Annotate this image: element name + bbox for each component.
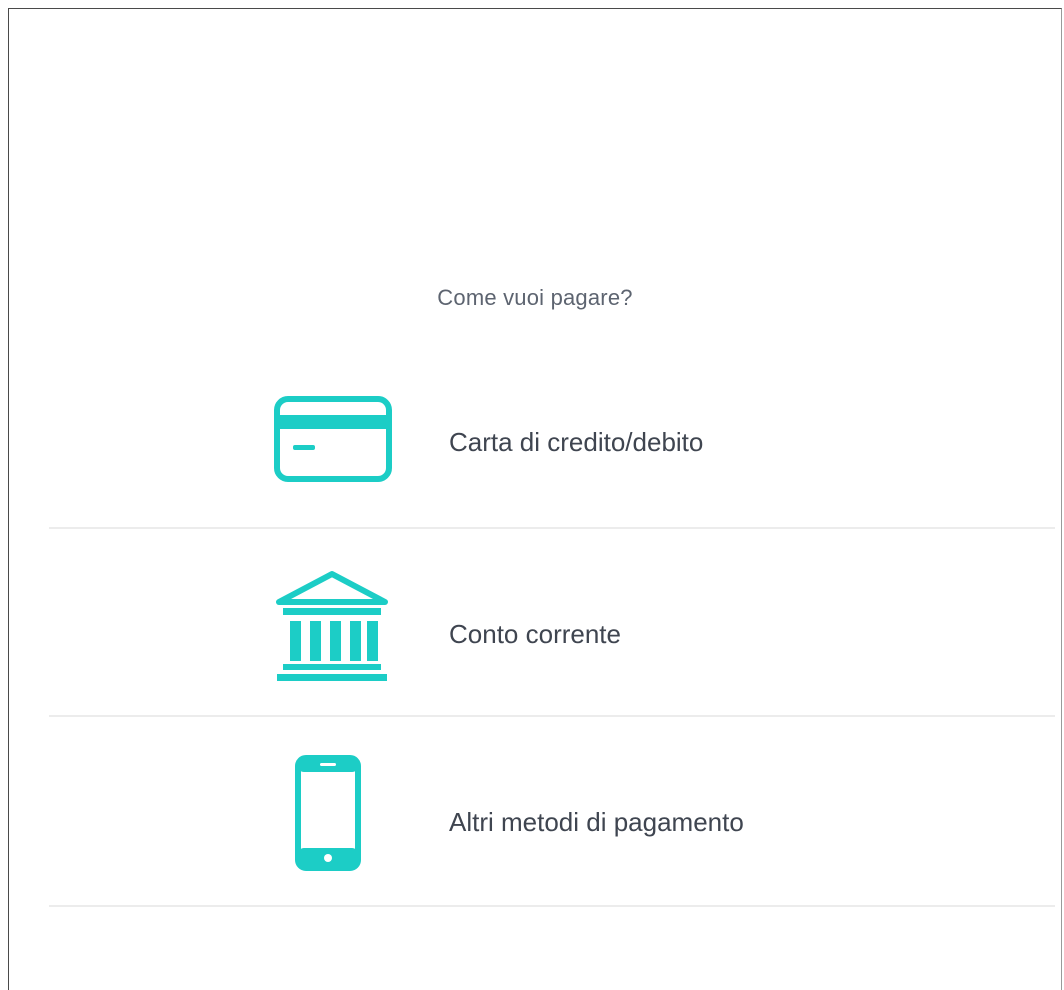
bank-icon (267, 561, 397, 691)
divider (49, 715, 1055, 717)
method-label: Conto corrente (449, 619, 621, 649)
smartphone-icon (279, 749, 379, 879)
divider (49, 527, 1055, 529)
method-bank-account[interactable]: Conto corrente (49, 549, 1049, 735)
credit-card-icon (267, 375, 397, 505)
payment-panel: Come vuoi pagare? Carta di credito/debit… (8, 8, 1062, 990)
method-credit-card[interactable]: Carta di credito/debito (49, 363, 1049, 549)
divider (49, 905, 1055, 907)
method-label: Altri metodi di pagamento (449, 807, 744, 837)
method-label: Carta di credito/debito (449, 427, 704, 457)
payment-question-heading: Come vuoi pagare? (437, 285, 633, 310)
method-other[interactable]: Altri metodi di pagamento (49, 737, 1049, 923)
